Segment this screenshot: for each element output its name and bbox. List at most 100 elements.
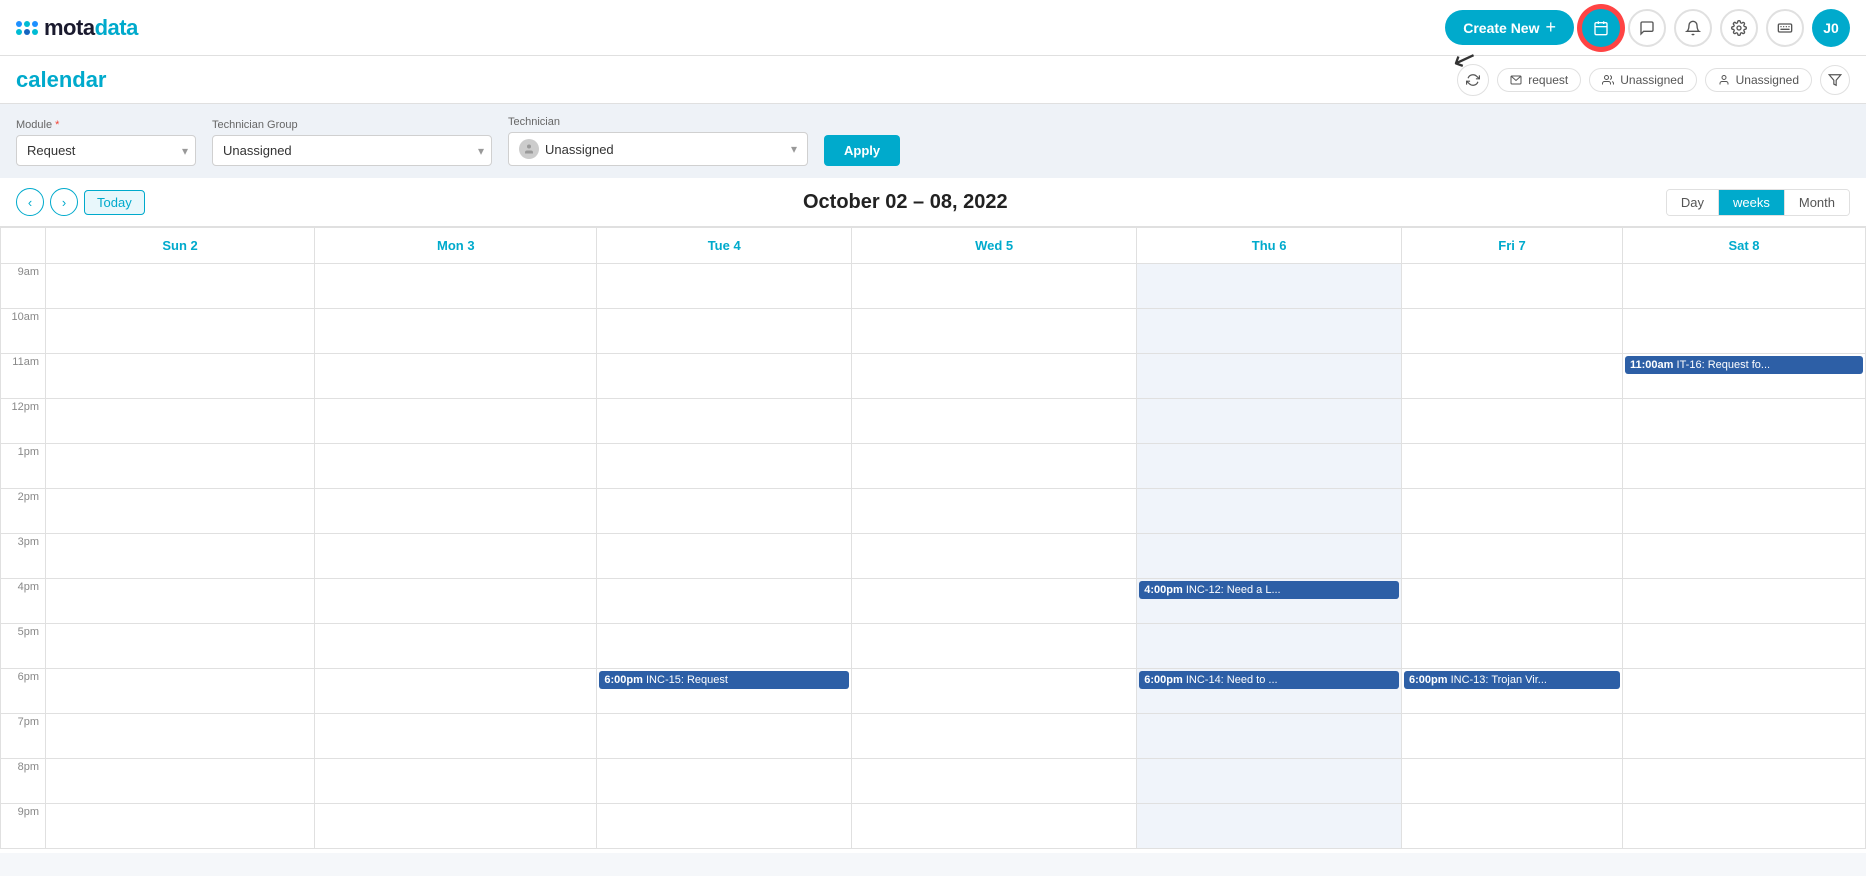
cell-thu-2pm[interactable] bbox=[1137, 489, 1402, 534]
cell-wed-9pm[interactable] bbox=[851, 804, 1136, 849]
month-view-button[interactable]: Month bbox=[1785, 190, 1849, 215]
cell-tue-11am[interactable] bbox=[597, 354, 852, 399]
cell-fri-10am[interactable] bbox=[1401, 309, 1622, 354]
cell-sat-9am[interactable] bbox=[1623, 264, 1866, 309]
cell-tue-7pm[interactable] bbox=[597, 714, 852, 759]
cell-tue-10am[interactable] bbox=[597, 309, 852, 354]
cell-mon-9pm[interactable] bbox=[315, 804, 597, 849]
cell-fri-9pm[interactable] bbox=[1401, 804, 1622, 849]
cell-fri-6pm[interactable]: 6:00pm INC-13: Trojan Vir... bbox=[1401, 669, 1622, 714]
cell-sat-2pm[interactable] bbox=[1623, 489, 1866, 534]
cell-fri-7pm[interactable] bbox=[1401, 714, 1622, 759]
cell-thu-6pm[interactable]: 6:00pm INC-14: Need to ... bbox=[1137, 669, 1402, 714]
cell-thu-9am[interactable] bbox=[1137, 264, 1402, 309]
cell-wed-5pm[interactable] bbox=[851, 624, 1136, 669]
cell-sun-5pm[interactable] bbox=[46, 624, 315, 669]
cell-thu-1pm[interactable] bbox=[1137, 444, 1402, 489]
cell-sat-5pm[interactable] bbox=[1623, 624, 1866, 669]
cell-wed-2pm[interactable] bbox=[851, 489, 1136, 534]
user-avatar[interactable]: J0 bbox=[1812, 9, 1850, 47]
cell-mon-4pm[interactable] bbox=[315, 579, 597, 624]
cell-tue-5pm[interactable] bbox=[597, 624, 852, 669]
cell-sat-3pm[interactable] bbox=[1623, 534, 1866, 579]
cell-mon-2pm[interactable] bbox=[315, 489, 597, 534]
cell-fri-2pm[interactable] bbox=[1401, 489, 1622, 534]
cell-fri-4pm[interactable] bbox=[1401, 579, 1622, 624]
cell-thu-9pm[interactable] bbox=[1137, 804, 1402, 849]
cell-wed-1pm[interactable] bbox=[851, 444, 1136, 489]
cell-tue-12pm[interactable] bbox=[597, 399, 852, 444]
cell-wed-4pm[interactable] bbox=[851, 579, 1136, 624]
cell-sat-9pm[interactable] bbox=[1623, 804, 1866, 849]
cell-fri-12pm[interactable] bbox=[1401, 399, 1622, 444]
cell-sun-9pm[interactable] bbox=[46, 804, 315, 849]
tech-group-select[interactable]: Unassigned bbox=[212, 135, 492, 166]
cell-sun-7pm[interactable] bbox=[46, 714, 315, 759]
day-view-button[interactable]: Day bbox=[1667, 190, 1719, 215]
technician-input[interactable]: Unassigned ▾ bbox=[508, 132, 808, 166]
next-button[interactable]: › bbox=[50, 188, 78, 216]
event-block[interactable]: 6:00pm INC-13: Trojan Vir... bbox=[1404, 671, 1620, 689]
cell-tue-1pm[interactable] bbox=[597, 444, 852, 489]
cell-sun-6pm[interactable] bbox=[46, 669, 315, 714]
cell-mon-3pm[interactable] bbox=[315, 534, 597, 579]
cell-mon-10am[interactable] bbox=[315, 309, 597, 354]
cell-tue-4pm[interactable] bbox=[597, 579, 852, 624]
cell-sat-8pm[interactable] bbox=[1623, 759, 1866, 804]
cell-sat-11am[interactable]: 11:00am IT-16: Request fo... bbox=[1623, 354, 1866, 399]
chat-icon-button[interactable] bbox=[1628, 9, 1666, 47]
cell-mon-1pm[interactable] bbox=[315, 444, 597, 489]
event-block[interactable]: 11:00am IT-16: Request fo... bbox=[1625, 356, 1863, 374]
cell-tue-8pm[interactable] bbox=[597, 759, 852, 804]
cell-wed-11am[interactable] bbox=[851, 354, 1136, 399]
cell-tue-9am[interactable] bbox=[597, 264, 852, 309]
cell-mon-11am[interactable] bbox=[315, 354, 597, 399]
event-block[interactable]: 6:00pm INC-15: Request bbox=[599, 671, 849, 689]
keyboard-icon-button[interactable] bbox=[1766, 9, 1804, 47]
cell-sun-11am[interactable] bbox=[46, 354, 315, 399]
cell-thu-5pm[interactable] bbox=[1137, 624, 1402, 669]
prev-button[interactable]: ‹ bbox=[16, 188, 44, 216]
cell-sat-10am[interactable] bbox=[1623, 309, 1866, 354]
cell-sat-4pm[interactable] bbox=[1623, 579, 1866, 624]
cell-tue-6pm[interactable]: 6:00pm INC-15: Request bbox=[597, 669, 852, 714]
event-block[interactable]: 4:00pm INC-12: Need a L... bbox=[1139, 581, 1399, 599]
cell-sun-9am[interactable] bbox=[46, 264, 315, 309]
request-filter-chip[interactable]: request bbox=[1497, 68, 1581, 92]
create-new-button[interactable]: Create New + bbox=[1445, 10, 1574, 45]
cell-sun-10am[interactable] bbox=[46, 309, 315, 354]
cell-thu-10am[interactable] bbox=[1137, 309, 1402, 354]
event-block[interactable]: 6:00pm INC-14: Need to ... bbox=[1139, 671, 1399, 689]
cell-mon-5pm[interactable] bbox=[315, 624, 597, 669]
cell-fri-9am[interactable] bbox=[1401, 264, 1622, 309]
cell-wed-9am[interactable] bbox=[851, 264, 1136, 309]
apply-button[interactable]: Apply bbox=[824, 135, 900, 166]
cell-fri-8pm[interactable] bbox=[1401, 759, 1622, 804]
gear-icon-button[interactable] bbox=[1720, 9, 1758, 47]
unassigned2-filter-chip[interactable]: Unassigned bbox=[1705, 68, 1812, 92]
cell-sat-12pm[interactable] bbox=[1623, 399, 1866, 444]
cell-fri-1pm[interactable] bbox=[1401, 444, 1622, 489]
cell-tue-3pm[interactable] bbox=[597, 534, 852, 579]
cell-fri-3pm[interactable] bbox=[1401, 534, 1622, 579]
cell-sun-1pm[interactable] bbox=[46, 444, 315, 489]
cell-sun-8pm[interactable] bbox=[46, 759, 315, 804]
cell-sun-3pm[interactable] bbox=[46, 534, 315, 579]
cell-wed-7pm[interactable] bbox=[851, 714, 1136, 759]
cell-fri-5pm[interactable] bbox=[1401, 624, 1622, 669]
cell-mon-12pm[interactable] bbox=[315, 399, 597, 444]
cell-wed-12pm[interactable] bbox=[851, 399, 1136, 444]
cell-sun-2pm[interactable] bbox=[46, 489, 315, 534]
cell-mon-7pm[interactable] bbox=[315, 714, 597, 759]
bell-icon-button[interactable] bbox=[1674, 9, 1712, 47]
calendar-icon-button[interactable] bbox=[1582, 9, 1620, 47]
cell-wed-10am[interactable] bbox=[851, 309, 1136, 354]
cell-sun-12pm[interactable] bbox=[46, 399, 315, 444]
cell-thu-4pm[interactable]: 4:00pm INC-12: Need a L... bbox=[1137, 579, 1402, 624]
cell-thu-12pm[interactable] bbox=[1137, 399, 1402, 444]
cell-sat-6pm[interactable] bbox=[1623, 669, 1866, 714]
cell-thu-11am[interactable] bbox=[1137, 354, 1402, 399]
cell-mon-6pm[interactable] bbox=[315, 669, 597, 714]
unassigned1-filter-chip[interactable]: Unassigned bbox=[1589, 68, 1696, 92]
cell-sun-4pm[interactable] bbox=[46, 579, 315, 624]
